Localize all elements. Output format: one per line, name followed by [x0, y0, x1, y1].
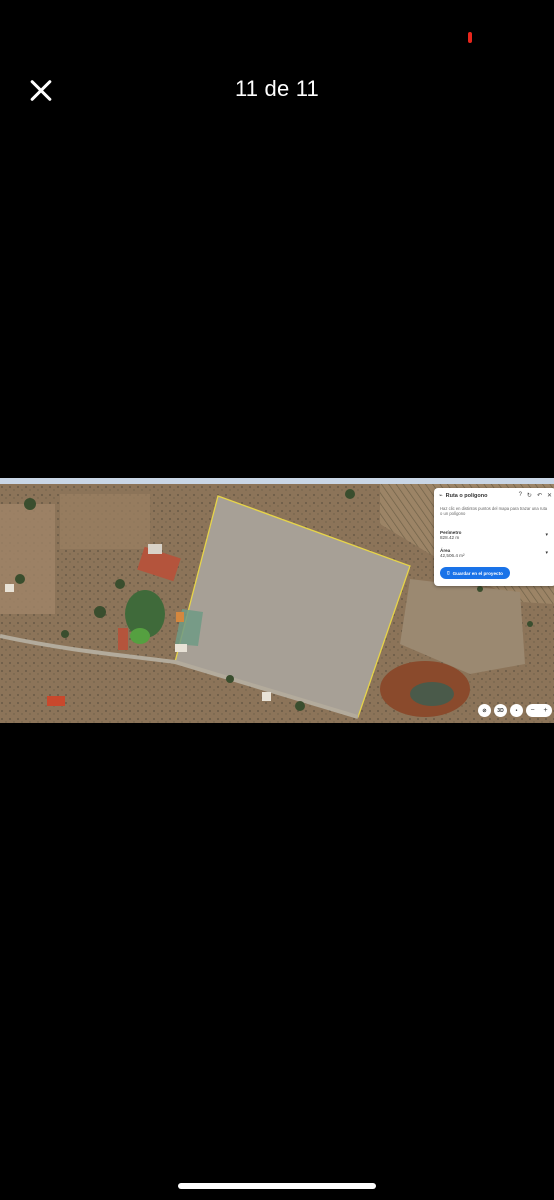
- perimeter-row[interactable]: Perímetro 828.42 m ▾: [440, 530, 550, 540]
- save-to-project-button[interactable]: ▯ Guardar en el proyecto: [440, 567, 510, 579]
- close-panel-icon[interactable]: ✕: [547, 492, 552, 499]
- recording-indicator: [468, 32, 472, 43]
- save-button-label: Guardar en el proyecto: [452, 570, 503, 576]
- perimeter-value: 828.42 m: [440, 535, 460, 540]
- help-icon[interactable]: ?: [519, 492, 522, 499]
- chevron-down-icon[interactable]: ▾: [545, 550, 548, 556]
- zoom-out-button[interactable]: −: [530, 707, 534, 714]
- panel-header: ⌁ Ruta o polígono: [439, 492, 488, 500]
- area-value: 42,506.4 m²: [440, 553, 465, 558]
- compass-icon[interactable]: ⊘: [478, 704, 491, 717]
- panel-title: Ruta o polígono: [445, 492, 488, 499]
- undo-icon[interactable]: ↶: [537, 492, 542, 499]
- chevron-down-icon[interactable]: ▾: [545, 532, 548, 538]
- redo-icon[interactable]: ↻: [527, 492, 532, 499]
- satellite-screenshot[interactable]: ⌁ Ruta o polígono ? ↻ ↶ ✕ Haz clic en di…: [0, 478, 554, 723]
- area-row[interactable]: Área 42,506.4 m² ▾: [440, 548, 550, 558]
- map-controls: ⊘ 3D • − +: [478, 704, 552, 717]
- zoom-control[interactable]: − +: [526, 704, 552, 717]
- home-indicator[interactable]: [178, 1183, 376, 1189]
- panel-help-text: Haz clic en distintos puntos del mapa pa…: [440, 506, 548, 516]
- image-counter: 11 de 11: [235, 76, 319, 101]
- route-icon: ⌁: [439, 493, 443, 499]
- measure-panel: ⌁ Ruta o polígono ? ↻ ↶ ✕ Haz clic en di…: [434, 488, 554, 586]
- view-3d-button[interactable]: 3D: [494, 704, 507, 717]
- panel-actions: ? ↻ ↶ ✕: [519, 492, 552, 499]
- pegman-icon[interactable]: •: [510, 704, 523, 717]
- zoom-in-button[interactable]: +: [543, 707, 547, 714]
- bookmark-icon: ▯: [447, 570, 450, 575]
